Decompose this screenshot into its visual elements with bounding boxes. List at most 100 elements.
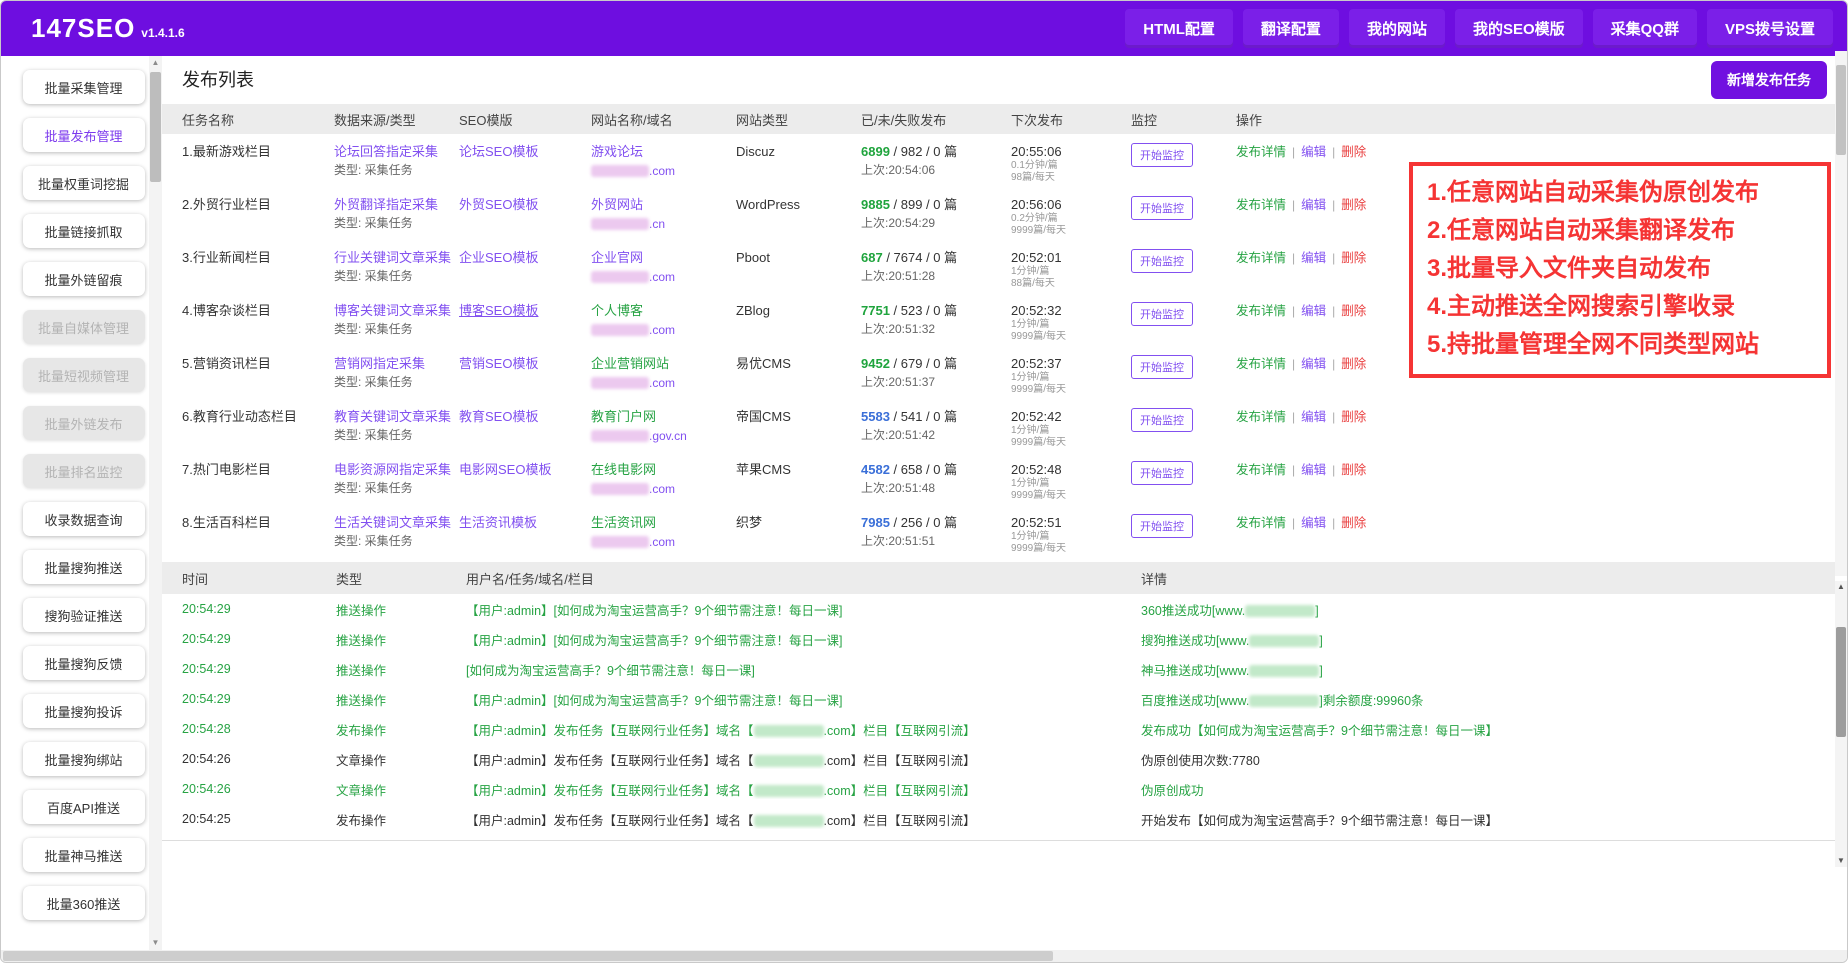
edit-link[interactable]: 编辑: [1301, 198, 1326, 212]
sidebar-item[interactable]: 批量采集管理: [23, 70, 145, 104]
edit-link[interactable]: 编辑: [1301, 516, 1326, 530]
log-content: 【用户:admin】[如何成为淘宝运营高手？9个细节需注意！每日一课]: [462, 690, 1137, 709]
site-name-link[interactable]: 外贸网站: [591, 197, 643, 212]
sidebar-item[interactable]: 批量搜狗反馈: [23, 646, 145, 680]
sidebar-scrollbar-thumb[interactable]: [150, 72, 161, 182]
start-monitor-button[interactable]: 开始监控: [1131, 196, 1193, 220]
sidebar-item[interactable]: 批量外链留痕: [23, 262, 145, 296]
log-type: 推送操作: [332, 690, 462, 709]
delete-link[interactable]: 删除: [1341, 410, 1366, 424]
site-name-link[interactable]: 企业官网: [591, 250, 643, 265]
start-monitor-button[interactable]: 开始监控: [1131, 461, 1193, 485]
seo-template-link[interactable]: 博客SEO模板: [459, 303, 538, 318]
horizontal-scrollbar-thumb[interactable]: [3, 951, 1053, 961]
site-name-link[interactable]: 游戏论坛: [591, 144, 643, 159]
site-name-link[interactable]: 教育门户网: [591, 409, 656, 424]
source-link[interactable]: 营销网指定采集: [334, 356, 425, 371]
top-menu-item[interactable]: 采集QQ群: [1593, 9, 1697, 48]
start-monitor-button[interactable]: 开始监控: [1131, 408, 1193, 432]
sidebar-item[interactable]: 批量搜狗投诉: [23, 694, 145, 728]
edit-link[interactable]: 编辑: [1301, 410, 1326, 424]
start-monitor-button[interactable]: 开始监控: [1131, 355, 1193, 379]
seo-template-link[interactable]: 电影网SEO模板: [459, 462, 551, 477]
top-menu-item[interactable]: VPS拨号设置: [1707, 9, 1833, 48]
scroll-down-icon[interactable]: ▼: [1835, 855, 1847, 867]
sidebar-item[interactable]: 批量360推送: [23, 886, 145, 920]
source-link[interactable]: 生活关键词文章采集: [334, 515, 451, 530]
log-time: 20:54:29: [162, 602, 332, 616]
add-publish-task-button[interactable]: 新增发布任务: [1711, 61, 1827, 99]
source-link[interactable]: 行业关键词文章采集: [334, 250, 451, 265]
site-name-link[interactable]: 企业营销网站: [591, 356, 669, 371]
sidebar-scrollbar[interactable]: ▲ ▼: [149, 56, 162, 950]
site-name-link[interactable]: 个人博客: [591, 303, 643, 318]
source-link[interactable]: 外贸翻译指定采集: [334, 197, 438, 212]
edit-link[interactable]: 编辑: [1301, 145, 1326, 159]
publish-details-link[interactable]: 发布详情: [1236, 516, 1286, 530]
seo-template-link[interactable]: 外贸SEO模板: [459, 197, 538, 212]
source-link[interactable]: 博客关键词文章采集: [334, 303, 451, 318]
top-menu-item[interactable]: 我的网站: [1349, 9, 1445, 48]
edit-link[interactable]: 编辑: [1301, 304, 1326, 318]
scroll-up-icon[interactable]: ▲: [149, 56, 162, 70]
delete-link[interactable]: 删除: [1341, 304, 1366, 318]
seo-template-link[interactable]: 生活资讯模板: [459, 515, 537, 530]
source-link[interactable]: 教育关键词文章采集: [334, 409, 451, 424]
seo-template-link[interactable]: 企业SEO模板: [459, 250, 538, 265]
start-monitor-button[interactable]: 开始监控: [1131, 514, 1193, 538]
delete-link[interactable]: 删除: [1341, 251, 1366, 265]
start-monitor-button[interactable]: 开始监控: [1131, 302, 1193, 326]
edit-link[interactable]: 编辑: [1301, 251, 1326, 265]
log-scrollbar-thumb[interactable]: [1836, 627, 1846, 737]
sidebar-item[interactable]: 批量搜狗绑站: [23, 742, 145, 776]
top-menu-item[interactable]: HTML配置: [1125, 9, 1233, 48]
delete-link[interactable]: 删除: [1341, 357, 1366, 371]
publish-details-link[interactable]: 发布详情: [1236, 410, 1286, 424]
source-link[interactable]: 论坛回答指定采集: [334, 144, 438, 159]
start-monitor-button[interactable]: 开始监控: [1131, 143, 1193, 167]
source-link[interactable]: 电影资源网指定采集: [334, 462, 451, 477]
sidebar-item: 批量自媒体管理: [23, 310, 145, 344]
publish-details-link[interactable]: 发布详情: [1236, 251, 1286, 265]
delete-link[interactable]: 删除: [1341, 463, 1366, 477]
scroll-down-icon[interactable]: ▼: [149, 936, 162, 950]
publish-details-link[interactable]: 发布详情: [1236, 198, 1286, 212]
delete-link[interactable]: 删除: [1341, 198, 1366, 212]
blurred-domain: [591, 430, 649, 442]
blurred-domain: [1249, 695, 1319, 707]
task-table-scrollbar[interactable]: [1835, 51, 1847, 576]
seo-template-link[interactable]: 教育SEO模板: [459, 409, 538, 424]
top-menu-item[interactable]: 我的SEO模版: [1455, 9, 1583, 48]
delete-link[interactable]: 删除: [1341, 145, 1366, 159]
sidebar-item[interactable]: 批量神马推送: [23, 838, 145, 872]
sidebar-item[interactable]: 批量链接抓取: [23, 214, 145, 248]
top-menu-item[interactable]: 翻译配置: [1243, 9, 1339, 48]
publish-details-link[interactable]: 发布详情: [1236, 463, 1286, 477]
log-table-scrollbar[interactable]: ▲ ▼: [1835, 581, 1847, 867]
site-name-link[interactable]: 生活资讯网: [591, 515, 656, 530]
site-name-link[interactable]: 在线电影网: [591, 462, 656, 477]
site-domain: .com: [591, 322, 732, 339]
seo-template-link[interactable]: 论坛SEO模板: [459, 144, 538, 159]
publish-details-link[interactable]: 发布详情: [1236, 145, 1286, 159]
sidebar-item[interactable]: 批量权重词挖掘: [23, 166, 145, 200]
sidebar-item[interactable]: 收录数据查询: [23, 502, 145, 536]
edit-link[interactable]: 编辑: [1301, 357, 1326, 371]
task-name: 8.生活百科栏目: [162, 514, 330, 531]
cms-type: 帝国CMS: [732, 408, 857, 425]
sidebar-item[interactable]: 搜狗验证推送: [23, 598, 145, 632]
source-type: 类型: 采集任务: [334, 215, 455, 232]
sidebar-item[interactable]: 批量发布管理: [23, 118, 145, 152]
start-monitor-button[interactable]: 开始监控: [1131, 249, 1193, 273]
delete-link[interactable]: 删除: [1341, 516, 1366, 530]
publish-details-link[interactable]: 发布详情: [1236, 304, 1286, 318]
scroll-up-icon[interactable]: ▲: [1835, 581, 1847, 593]
task-scrollbar-thumb[interactable]: [1836, 65, 1846, 155]
seo-template-link[interactable]: 营销SEO模板: [459, 356, 538, 371]
horizontal-scrollbar[interactable]: [1, 950, 1847, 962]
sidebar-item[interactable]: 批量搜狗推送: [23, 550, 145, 584]
publish-details-link[interactable]: 发布详情: [1236, 357, 1286, 371]
sidebar-item[interactable]: 百度API推送: [23, 790, 145, 824]
edit-link[interactable]: 编辑: [1301, 463, 1326, 477]
column-header: 用户名/任务/域名/栏目: [462, 569, 1137, 588]
